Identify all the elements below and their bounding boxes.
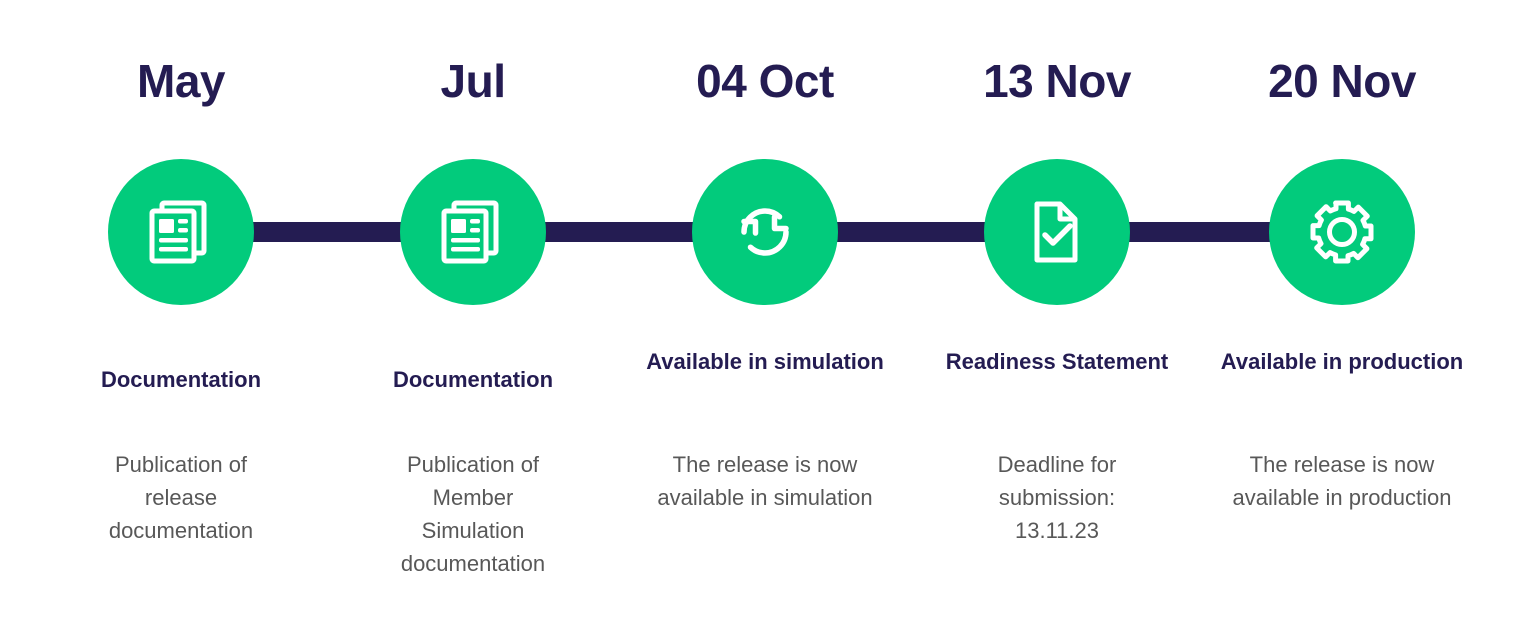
documents-icon — [144, 195, 218, 269]
gear-icon — [1305, 195, 1379, 269]
milestone-description: The release is now available in producti… — [1232, 452, 1452, 510]
milestone-label: Available in simulation — [646, 349, 884, 374]
milestone-label: Documentation — [392, 367, 554, 392]
release-timeline: May Documentation Publication of release… — [0, 0, 1524, 634]
documents-icon — [436, 195, 510, 269]
milestone-icon-badge[interactable] — [692, 159, 838, 305]
milestone-date: May — [137, 55, 225, 107]
timeline-milestone-5: 20 Nov Available in production The relea… — [1197, 0, 1487, 634]
document-check-icon — [1020, 195, 1094, 269]
milestone-icon-badge[interactable] — [984, 159, 1130, 305]
milestone-date: 04 Oct — [696, 55, 834, 107]
timeline-milestone-3: 04 Oct Available in simulation The relea… — [620, 0, 910, 634]
milestone-date: 13 Nov — [983, 55, 1131, 107]
milestone-date: 20 Nov — [1268, 55, 1416, 107]
sync-refresh-icon — [728, 195, 802, 269]
milestone-icon-badge[interactable] — [1269, 159, 1415, 305]
milestone-description: Deadline for submission: 13.11.23 — [997, 452, 1117, 543]
milestone-description: Publication of Member Simulation documen… — [400, 452, 546, 576]
milestone-description: Publication of release documentation — [108, 452, 254, 543]
milestone-icon-badge[interactable] — [400, 159, 546, 305]
milestone-date: Jul — [440, 55, 506, 107]
milestone-label: Readiness Statement — [945, 349, 1169, 374]
milestone-description: The release is now available in simulati… — [657, 452, 873, 510]
timeline-milestone-1: May Documentation Publication of release… — [36, 0, 326, 634]
milestone-label: Available in production — [1220, 349, 1464, 374]
milestone-label: Documentation — [100, 367, 262, 392]
timeline-milestone-4: 13 Nov Readiness Statement Deadline for … — [912, 0, 1202, 634]
milestone-icon-badge[interactable] — [108, 159, 254, 305]
timeline-milestone-2: Jul Documentation Publication of Member … — [328, 0, 618, 634]
